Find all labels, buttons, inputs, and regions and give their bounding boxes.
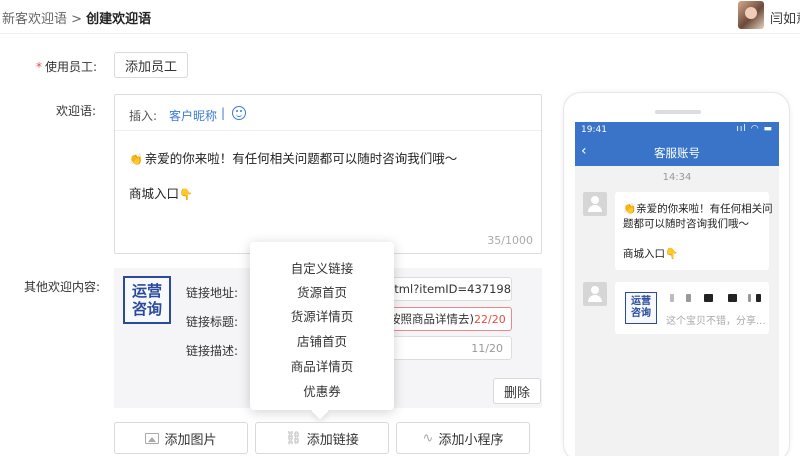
message-line-2-text: 商城入口 [129, 186, 180, 201]
editor-toolbar: 插入: 客户昵称 | [115, 95, 541, 131]
employee-label: * 使用员工: [36, 58, 97, 75]
link-thumbnail[interactable]: 运营 咨询 [123, 276, 171, 324]
toolbar-separator: | [221, 106, 226, 120]
dropdown-item-coupon[interactable]: 优惠券 [250, 381, 394, 400]
card-title-redacted [666, 294, 766, 304]
insert-label: 插入: [129, 109, 158, 123]
add-miniprogram-label: 添加小程序 [438, 432, 504, 448]
link-desc-input[interactable]: 11/20 [380, 336, 512, 360]
bubble-line-3: 商城入口👇 [623, 247, 678, 262]
miniprogram-icon: ∿ [422, 430, 434, 446]
user-name[interactable]: 闫如意 [770, 8, 800, 27]
chat-avatar-2 [583, 282, 607, 306]
add-image-button[interactable]: 添加图片 [114, 422, 248, 454]
link-address-label: 链接地址: [186, 286, 239, 300]
other-content-label: 其他欢迎内容: [24, 280, 101, 294]
chat-avatar-1 [583, 192, 607, 216]
char-counter: 35/1000 [487, 234, 533, 247]
bubble-line-1-text: 亲爱的你来啦！有任何相关问 [636, 203, 773, 215]
phone-nav-bar: ‹ 客服账号 [575, 140, 779, 166]
phone-status-bar: 19:41 ııl ◠ ▬ [575, 122, 779, 140]
card-description: 这个宝贝不错，分享... [666, 316, 766, 327]
status-icons: ııl ◠ ▬ [736, 124, 773, 134]
thumb-text-2: 咨询 [131, 300, 162, 318]
link-title-count: 22/20 [474, 312, 506, 326]
user-avatar[interactable] [738, 1, 764, 29]
dropdown-item-product-detail[interactable]: 商品详情页 [250, 356, 394, 375]
phone-speaker [655, 110, 701, 114]
link-type-dropdown: 自定义链接 货源首页 货源详情页 店铺首页 商品详情页 优惠券 [250, 242, 394, 410]
message-line-1-text: 亲爱的你来啦！有任何相关问题都可以随时咨询我们哦～ [144, 151, 458, 166]
bubble-hand-icon: 👇 [665, 248, 679, 260]
dropdown-item-shop-home[interactable]: 店铺首页 [250, 331, 394, 350]
bubble-line-3-text: 商城入口 [623, 248, 665, 260]
emoji-icon[interactable] [232, 106, 246, 120]
thumb-text-1: 运营 [131, 282, 162, 300]
welcome-editor[interactable]: 插入: 客户昵称 | 👏 亲爱的你来啦！有任何相关问题都可以随时咨询我们哦～ 商城… [114, 94, 542, 254]
dropdown-item-source-home[interactable]: 货源首页 [250, 282, 394, 301]
pointing-down-icon: 👇 [179, 188, 193, 201]
add-image-label: 添加图片 [164, 432, 217, 448]
card-thumbnail: 运营 咨询 [625, 292, 657, 324]
breadcrumb-current: 创建欢迎语 [86, 12, 152, 27]
dropdown-item-source-detail[interactable]: 货源详情页 [250, 306, 394, 325]
image-icon [145, 432, 160, 444]
link-desc-count: 11/20 [471, 341, 503, 355]
status-time: 19:41 [581, 125, 607, 135]
card-thumb-text-2: 咨询 [631, 308, 651, 319]
card-thumb-text-1: 运营 [631, 296, 651, 307]
link-address-input[interactable]: html?itemID=4371984 [380, 277, 512, 301]
link-title-label: 链接标题: [186, 315, 239, 329]
top-bar: 新客欢迎语 > 创建欢迎语 闫如意 [0, 0, 800, 34]
chat-bubble-text: 👏亲爱的你来啦！有任何相关问 题都可以随时咨询我们哦～ 商城入口👇 [615, 192, 773, 270]
bubble-wave-icon: 👏 [623, 203, 637, 215]
link-icon: ⛓ [285, 430, 302, 446]
wave-hand-icon: 👏 [129, 153, 143, 166]
message-line-1: 👏 亲爱的你来啦！有任何相关问题都可以随时咨询我们哦～ [129, 148, 457, 167]
phone-title: 客服账号 [654, 146, 700, 160]
link-desc-label: 链接描述: [186, 344, 239, 358]
required-mark: * [36, 60, 42, 74]
welcome-label: 欢迎语: [56, 104, 97, 118]
breadcrumb: 新客欢迎语 > 创建欢迎语 [2, 8, 151, 27]
message-line-2: 商城入口👇 [129, 183, 195, 202]
dropdown-item-custom-link[interactable]: 自定义链接 [250, 258, 394, 277]
link-address-value: html?itemID=4371984 [387, 282, 512, 296]
add-employee-button[interactable]: 添加员工 [114, 52, 188, 78]
bubble-line-1: 👏亲爱的你来啦！有任何相关问 [623, 202, 773, 217]
add-miniprogram-button[interactable]: ∿ 添加小程序 [396, 422, 530, 454]
chat-time: 14:34 [662, 172, 692, 183]
delete-button[interactable]: 删除 [493, 378, 541, 404]
app-root: 新客欢迎语 > 创建欢迎语 闫如意 *使用员工: 添加员工 欢迎语: 插入: 客… [0, 0, 800, 456]
employee-label-text: 使用员工: [45, 60, 98, 74]
add-link-label: 添加链接 [306, 432, 359, 448]
breadcrumb-parent[interactable]: 新客欢迎语 > [2, 12, 82, 27]
insert-nickname-link[interactable]: 客户昵称 [169, 107, 217, 124]
bubble-line-2: 题都可以随时咨询我们哦～ [623, 218, 749, 230]
add-link-button[interactable]: ⛓ 添加链接 [255, 422, 389, 454]
